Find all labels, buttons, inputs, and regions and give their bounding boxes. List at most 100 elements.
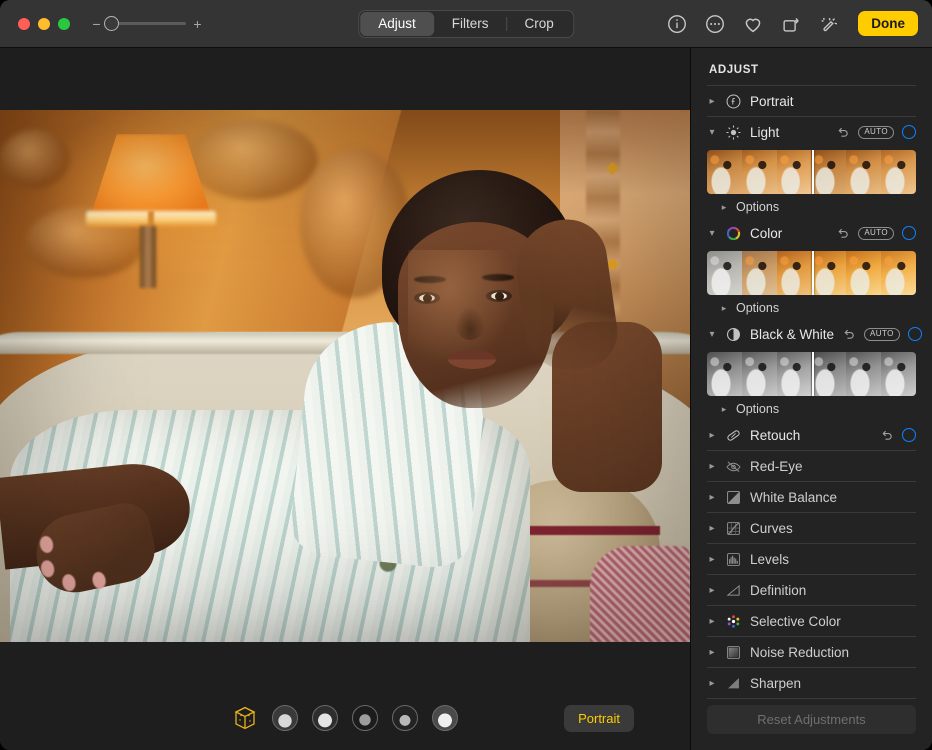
auto-enhance-icon[interactable]: [818, 13, 840, 35]
adjust-section-color[interactable]: ▾ Color AUTO: [707, 218, 916, 248]
zoom-slider-control[interactable]: − +: [92, 17, 202, 31]
chevron-right-icon[interactable]: ▸: [707, 647, 717, 658]
chevron-right-icon[interactable]: ▸: [707, 96, 717, 107]
variant-thumb[interactable]: [777, 352, 812, 396]
edit-mode-tabs[interactable]: Adjust Filters Crop: [358, 10, 574, 38]
titlebar: − + Adjust Filters Crop: [0, 0, 932, 48]
zoom-out-icon[interactable]: −: [92, 17, 101, 31]
chevron-down-icon[interactable]: ▾: [707, 127, 717, 138]
variant-thumb[interactable]: [881, 251, 916, 295]
lighting-high-key-mono-icon[interactable]: [432, 705, 458, 731]
lighting-natural-light-icon[interactable]: [232, 705, 258, 731]
more-options-icon[interactable]: [704, 13, 726, 35]
adjust-section-portrait[interactable]: ▸ Portrait: [707, 86, 916, 116]
done-button[interactable]: Done: [858, 11, 918, 36]
chevron-right-icon[interactable]: ▸: [707, 523, 717, 534]
adjust-section-levels[interactable]: ▸ Levels: [707, 544, 916, 574]
adjust-label: Retouch: [750, 428, 872, 443]
enable-toggle[interactable]: [908, 327, 922, 341]
rotate-icon[interactable]: [780, 13, 802, 35]
revert-icon[interactable]: [836, 226, 850, 240]
variant-thumb[interactable]: [881, 150, 916, 194]
adjust-section-noise-reduction[interactable]: ▸ Noise Reduction: [707, 637, 916, 667]
enable-toggle[interactable]: [902, 125, 916, 139]
adjust-section-sharpen[interactable]: ▸ Sharpen: [707, 668, 916, 698]
revert-icon[interactable]: [880, 428, 894, 442]
photo-canvas[interactable]: [0, 48, 690, 686]
adjust-section-curves[interactable]: ▸ Curves: [707, 513, 916, 543]
revert-icon[interactable]: [842, 327, 856, 341]
color-options-disclosure[interactable]: ▸ Options: [707, 297, 916, 319]
options-label: Options: [736, 200, 779, 214]
enable-toggle[interactable]: [902, 428, 916, 442]
chevron-right-icon[interactable]: ▸: [707, 430, 717, 441]
variant-thumb[interactable]: [881, 352, 916, 396]
chevron-down-icon[interactable]: ▾: [707, 329, 717, 340]
favorite-heart-icon[interactable]: [742, 13, 764, 35]
adjust-section-selective-color[interactable]: ▸ Selective Color: [707, 606, 916, 636]
chevron-right-icon[interactable]: ▸: [719, 202, 729, 213]
chevron-right-icon[interactable]: ▸: [707, 616, 717, 627]
zoom-slider-track[interactable]: [108, 22, 186, 25]
tab-filters[interactable]: Filters: [434, 12, 507, 36]
enable-toggle[interactable]: [902, 226, 916, 240]
black-and-white-options-disclosure[interactable]: ▸ Options: [707, 398, 916, 420]
adjust-section-retouch[interactable]: ▸ Retouch: [707, 420, 916, 450]
info-icon[interactable]: [666, 13, 688, 35]
auto-badge[interactable]: AUTO: [858, 227, 894, 240]
lighting-stage-light-icon[interactable]: [352, 705, 378, 731]
auto-badge[interactable]: AUTO: [858, 126, 894, 139]
filmstrip-position-marker[interactable]: [812, 251, 814, 295]
minimize-button[interactable]: [38, 18, 50, 30]
variant-thumb[interactable]: [707, 352, 742, 396]
chevron-down-icon[interactable]: ▾: [707, 228, 717, 239]
adjust-section-black-and-white[interactable]: ▾ Black & White AUTO: [707, 319, 916, 349]
curves-icon: [725, 520, 742, 537]
variant-thumb[interactable]: [777, 251, 812, 295]
portrait-photo[interactable]: [0, 110, 690, 642]
tab-adjust[interactable]: Adjust: [360, 12, 434, 36]
black-and-white-variants-filmstrip[interactable]: [707, 352, 916, 396]
variant-thumb[interactable]: [846, 251, 881, 295]
tab-crop[interactable]: Crop: [507, 12, 572, 36]
light-variants-filmstrip[interactable]: [707, 150, 916, 194]
variant-thumb[interactable]: [777, 150, 812, 194]
light-options-disclosure[interactable]: ▸ Options: [707, 196, 916, 218]
adjust-section-white-balance[interactable]: ▸ White Balance: [707, 482, 916, 512]
close-button[interactable]: [18, 18, 30, 30]
variant-thumb[interactable]: [707, 150, 742, 194]
variant-thumb[interactable]: [811, 251, 846, 295]
lighting-studio-light-icon[interactable]: [272, 705, 298, 731]
chevron-right-icon[interactable]: ▸: [707, 461, 717, 472]
color-variants-filmstrip[interactable]: [707, 251, 916, 295]
variant-thumb[interactable]: [742, 251, 777, 295]
chevron-right-icon[interactable]: ▸: [719, 303, 729, 314]
variant-thumb[interactable]: [742, 352, 777, 396]
variant-thumb[interactable]: [811, 352, 846, 396]
chevron-right-icon[interactable]: ▸: [719, 404, 729, 415]
reset-adjustments-button[interactable]: Reset Adjustments: [707, 705, 916, 734]
adjust-section-red-eye[interactable]: ▸ Red-Eye: [707, 451, 916, 481]
variant-thumb[interactable]: [846, 352, 881, 396]
revert-icon[interactable]: [836, 125, 850, 139]
variant-thumb[interactable]: [846, 150, 881, 194]
zoom-button[interactable]: [58, 18, 70, 30]
filmstrip-position-marker[interactable]: [812, 150, 814, 194]
filmstrip-position-marker[interactable]: [812, 352, 814, 396]
variant-thumb[interactable]: [742, 150, 777, 194]
auto-badge[interactable]: AUTO: [864, 328, 900, 341]
zoom-in-icon[interactable]: +: [193, 17, 202, 31]
adjust-section-light[interactable]: ▾ Light AUTO: [707, 117, 916, 147]
portrait-lighting-strip[interactable]: [232, 705, 458, 731]
adjust-section-definition[interactable]: ▸ Definition: [707, 575, 916, 605]
chevron-right-icon[interactable]: ▸: [707, 585, 717, 596]
lighting-contour-light-icon[interactable]: [312, 705, 338, 731]
variant-thumb[interactable]: [811, 150, 846, 194]
lighting-stage-light-mono-icon[interactable]: [392, 705, 418, 731]
chevron-right-icon[interactable]: ▸: [707, 678, 717, 689]
chevron-right-icon[interactable]: ▸: [707, 554, 717, 565]
variant-thumb[interactable]: [707, 251, 742, 295]
portrait-toggle-button[interactable]: Portrait: [564, 705, 634, 732]
zoom-slider-knob[interactable]: [104, 16, 119, 31]
chevron-right-icon[interactable]: ▸: [707, 492, 717, 503]
